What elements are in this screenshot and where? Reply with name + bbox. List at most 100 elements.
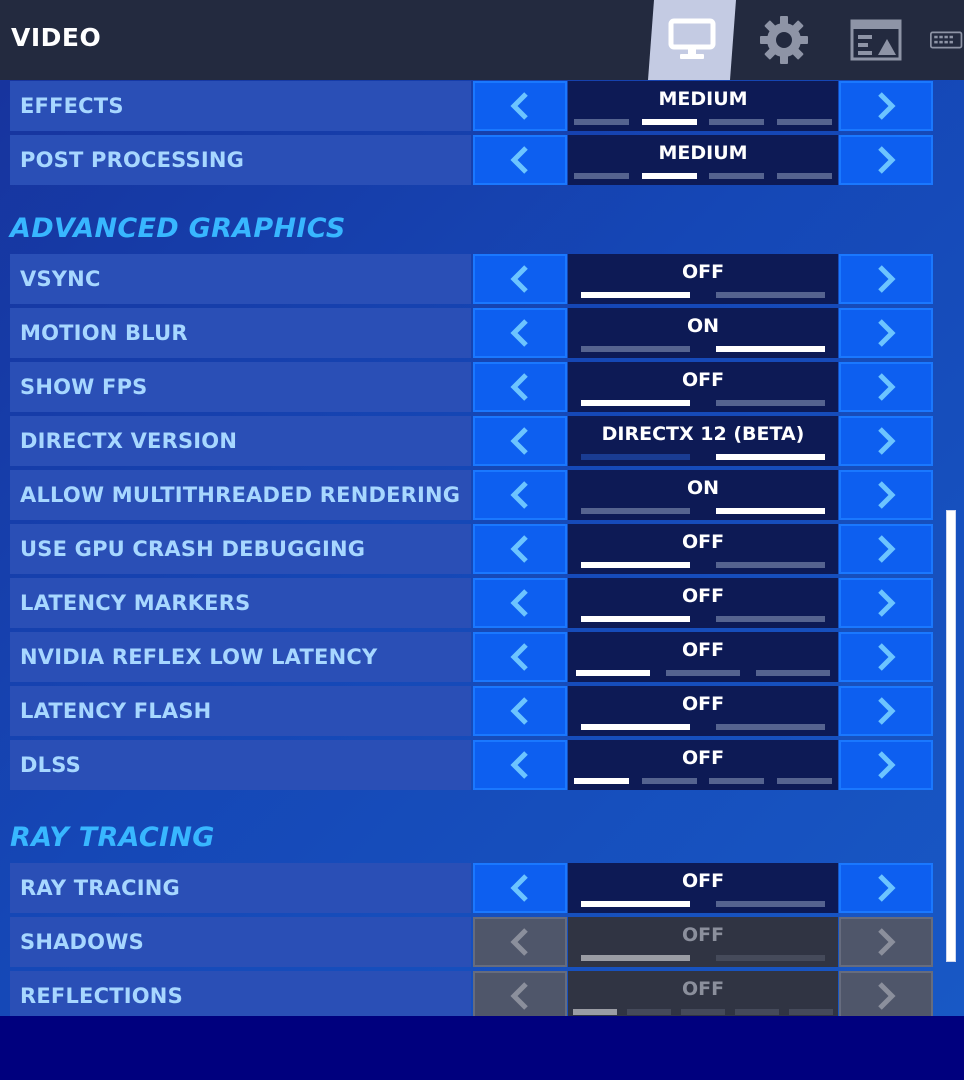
setting-row-effects: EFFECTS MEDIUM <box>10 81 934 131</box>
setting-label: VSYNC <box>10 254 471 304</box>
option-step <box>777 778 832 784</box>
option-step <box>581 901 690 907</box>
keyboard-icon <box>930 31 963 49</box>
option-step <box>709 173 764 179</box>
option-step <box>581 616 690 622</box>
option-step <box>581 508 690 514</box>
setting-label: SHOW FPS <box>10 362 471 412</box>
option-step <box>574 119 629 125</box>
tab-hud-layout[interactable] <box>832 0 920 80</box>
previous-option-button[interactable] <box>473 740 567 790</box>
option-value-display: OFF <box>568 971 838 1016</box>
section-heading: ADVANCED GRAPHICS <box>10 213 346 244</box>
setting-label: DIRECTX VERSION <box>10 416 471 466</box>
option-step <box>581 292 690 298</box>
previous-option-button[interactable] <box>473 416 567 466</box>
option-value: OFF <box>681 585 725 607</box>
previous-option-button[interactable] <box>473 524 567 574</box>
option-step <box>716 724 825 730</box>
option-step <box>581 454 690 460</box>
option-step-indicator <box>568 724 838 730</box>
next-option-button[interactable] <box>839 632 933 682</box>
option-value-display: OFF <box>568 254 838 304</box>
hud-layout-icon <box>850 19 902 61</box>
option-value-display: OFF <box>568 740 838 790</box>
option-step <box>735 1009 779 1015</box>
next-option-button[interactable] <box>839 686 933 736</box>
scrollbar[interactable] <box>946 510 956 962</box>
previous-option-button[interactable] <box>473 686 567 736</box>
next-option-button <box>839 917 933 967</box>
option-step <box>777 119 832 125</box>
option-step-indicator <box>568 670 838 676</box>
next-option-button[interactable] <box>839 578 933 628</box>
chevron-left-icon <box>510 319 528 347</box>
option-value-display: OFF <box>568 362 838 412</box>
settings-list: EFFECTS MEDIUM POST PROCESSING MEDIUM ADVANC… <box>0 80 964 1016</box>
option-step <box>576 670 650 676</box>
option-step-indicator <box>568 173 838 179</box>
next-option-button[interactable] <box>839 81 933 131</box>
chevron-right-icon <box>878 697 896 725</box>
option-step <box>581 400 690 406</box>
chevron-left-icon <box>510 265 528 293</box>
next-option-button[interactable] <box>839 863 933 913</box>
chevron-left-icon <box>510 92 528 120</box>
chevron-left-icon <box>510 427 528 455</box>
next-option-button[interactable] <box>839 470 933 520</box>
setting-row-nvidia-reflex-low-latency: NVIDIA REFLEX LOW LATENCY OFF <box>10 632 934 682</box>
setting-row-ray-tracing: RAY TRACING OFF <box>10 863 934 913</box>
option-step-indicator <box>568 616 838 622</box>
setting-label: DLSS <box>10 740 471 790</box>
previous-option-button[interactable] <box>473 81 567 131</box>
previous-option-button[interactable] <box>473 632 567 682</box>
tab-video[interactable] <box>648 0 736 80</box>
option-step <box>709 778 764 784</box>
previous-option-button <box>473 917 567 967</box>
previous-option-button[interactable] <box>473 308 567 358</box>
previous-option-button[interactable] <box>473 135 567 185</box>
tab-game-settings[interactable] <box>740 0 828 80</box>
option-step <box>581 346 690 352</box>
option-step-indicator <box>568 901 838 907</box>
setting-row-directx-version: DIRECTX VERSION DIRECTX 12 (BETA) <box>10 416 934 466</box>
previous-option-button[interactable] <box>473 470 567 520</box>
option-value-display: OFF <box>568 632 838 682</box>
chevron-right-icon <box>878 146 896 174</box>
chevron-right-icon <box>878 928 896 956</box>
chevron-right-icon <box>878 92 896 120</box>
next-option-button[interactable] <box>839 524 933 574</box>
previous-option-button[interactable] <box>473 863 567 913</box>
chevron-right-icon <box>878 751 896 779</box>
chevron-right-icon <box>878 535 896 563</box>
option-value-display: OFF <box>568 686 838 736</box>
previous-option-button[interactable] <box>473 578 567 628</box>
setting-label: MOTION BLUR <box>10 308 471 358</box>
next-option-button[interactable] <box>839 254 933 304</box>
next-option-button[interactable] <box>839 135 933 185</box>
previous-option-button[interactable] <box>473 254 567 304</box>
tab-keyboard[interactable] <box>930 0 964 80</box>
option-value: OFF <box>681 261 725 283</box>
next-option-button[interactable] <box>839 308 933 358</box>
setting-label: NVIDIA REFLEX LOW LATENCY <box>10 632 471 682</box>
previous-option-button <box>473 971 567 1016</box>
chevron-left-icon <box>510 481 528 509</box>
next-option-button[interactable] <box>839 362 933 412</box>
option-step-indicator <box>568 119 838 125</box>
chevron-left-icon <box>510 928 528 956</box>
option-step <box>716 346 825 352</box>
top-bar: VIDEO <box>0 0 964 80</box>
option-value: MEDIUM <box>658 142 748 164</box>
option-step <box>581 724 690 730</box>
next-option-button[interactable] <box>839 416 933 466</box>
chevron-right-icon <box>878 481 896 509</box>
option-value: ON <box>686 315 720 337</box>
option-step <box>642 173 697 179</box>
option-step-indicator <box>568 955 838 961</box>
previous-option-button[interactable] <box>473 362 567 412</box>
next-option-button[interactable] <box>839 740 933 790</box>
option-value-display: OFF <box>568 578 838 628</box>
setting-row-latency-flash: LATENCY FLASH OFF <box>10 686 934 736</box>
option-value-display: ON <box>568 308 838 358</box>
